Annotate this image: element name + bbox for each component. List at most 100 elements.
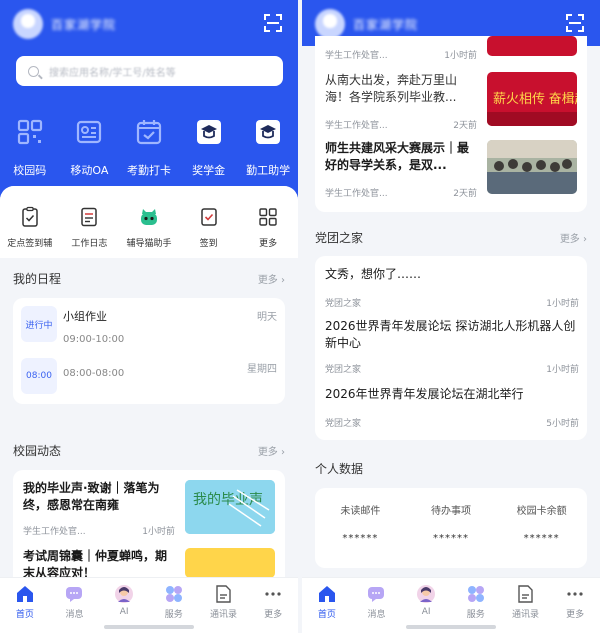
campus-news-more-link[interactable]: 更多 › [258,443,285,458]
scan-icon[interactable] [264,14,282,32]
quick-link-attendance[interactable]: 考勤打卡 [119,116,179,178]
news-thumbnail: 薪火相传 奋楫起 [487,72,577,126]
stat-unread-mail[interactable]: 未读邮件 ****** [320,502,400,544]
news-source: 学生工作处官... [325,189,388,199]
nav-more[interactable]: 更多 [251,584,295,633]
home-indicator [104,625,194,629]
stat-value: ****** [432,533,469,544]
tool-label: 更多 [259,239,278,249]
news-thumbnail [185,548,275,578]
schedule-badge: 进行中 [21,306,57,342]
schedule-item-title: 小组作业 [63,310,107,323]
sign-in-icon [200,208,217,226]
tool-location-checkin[interactable]: 定点签到辅 [0,206,60,258]
ai-avatar-icon [115,585,134,603]
schedule-item[interactable]: 08:00 08:00-08:00 星期四 [21,358,277,398]
campus-news-card: 我的毕业声·致谢｜落笔为终，感恩常在南雍 学生工作处官... 1小时前 我的毕业… [13,470,285,590]
news-source: 党团之家 [325,419,362,429]
schedule-item[interactable]: 进行中 小组作业 09:00-10:00 明天 [21,306,277,346]
party-item[interactable]: 2026年世界青年发展论坛在湖北举行 党团之家 5小时前 [325,386,579,429]
quick-link-label: 移动OA [70,164,109,177]
nav-home[interactable]: 首页 [3,584,47,633]
stats-row: 未读邮件 ****** 待办事项 ****** 校园卡余额 ****** [315,502,587,544]
stat-label: 未读邮件 [340,506,381,517]
school-logo [315,9,345,39]
nav-label: 消息 [367,610,386,620]
tool-label: 签到 [199,239,218,249]
nav-home[interactable]: 首页 [305,584,349,633]
stat-todo[interactable]: 待办事项 ****** [411,502,491,544]
more-dots-icon [567,592,583,596]
quick-link-label: 勤工助学 [246,164,291,177]
work-log-icon [81,207,98,227]
tool-more[interactable]: 更多 [238,206,298,258]
news-source: 学生工作处官... [23,527,86,537]
stat-label: 校园卡余额 [516,506,567,517]
personal-data-title: 个人数据 [315,462,364,476]
home-icon [318,586,335,602]
news-source: 党团之家 [325,365,362,375]
nav-label: 通讯录 [209,610,237,620]
school-logo [13,9,43,39]
stat-value: ****** [523,533,560,544]
content-sheet: 定点签到辅 工作日志 辅导猫助手 签到 更多 我的日程 更多 › 进行中 小组作… [0,186,298,590]
news-time: 1小时前 [142,527,175,537]
thumb-text: 薪火相传 奋楫起 [493,91,577,106]
quick-link-mobile-oa[interactable]: 移动OA [60,116,120,178]
schedule-more-link[interactable]: 更多 › [258,271,285,286]
scholarship-icon [196,120,221,144]
nav-messages[interactable]: 消息 [354,584,398,633]
personal-data-header: 个人数据 [315,460,587,477]
quick-links: 校园码 移动OA 考勤打卡 奖学金 勤工助学 [0,116,298,178]
home-screen-top: 百家湖学院 搜索应用名称/学工号/姓名等 校园码 移动OA 考勤打卡 奖学金 勤… [0,0,298,633]
nav-label: 消息 [65,610,84,620]
news-item[interactable]: 师生共建风采大赛展示｜最好的导学关系，是双... 学生工作处官... 2天前 [325,140,577,199]
party-item[interactable]: 文秀，想你了…… 党团之家 1小时前 [325,266,579,309]
tool-work-log[interactable]: 工作日志 [60,206,120,258]
nav-label: 服务 [164,610,183,620]
news-meta: 学生工作处官... 1小时前 [23,524,175,537]
quick-link-campus-code[interactable]: 校园码 [0,116,60,178]
ai-avatar-icon [417,585,436,603]
services-icon [165,586,182,602]
nav-more[interactable]: 更多 [553,584,597,633]
news-time: 1小时前 [546,365,579,375]
campus-news-header: 校园动态 更多 › [13,442,285,459]
news-time: 5小时前 [546,419,579,429]
nav-contacts[interactable]: 通讯录 [503,584,547,633]
quick-link-label: 奖学金 [192,164,226,177]
news-source: 学生工作处官... [325,121,388,131]
party-more-link[interactable]: 更多 › [560,230,587,245]
party-item-title: 2026年世界青年发展论坛在湖北举行 [325,387,524,401]
calendar-check-icon [136,120,162,145]
party-item[interactable]: 2026世界青年发展论坛 探访湖北人形机器人创新中心 党团之家 1小时前 [325,318,579,375]
message-icon [66,587,83,602]
id-card-icon [77,120,102,144]
tool-sign-in[interactable]: 签到 [179,206,239,258]
tool-counselor-assistant[interactable]: 辅导猫助手 [119,206,179,258]
quick-link-work-study[interactable]: 勤工助学 [238,116,298,178]
stat-value: ****** [342,533,379,544]
schedule-item-day: 明天 [257,312,277,323]
nav-label: AI [421,607,431,617]
schedule-title: 我的日程 [13,272,62,286]
news-title: 从南大出发，奔赴万里山海！各学院系列毕业教... [325,73,458,104]
stat-card-balance[interactable]: 校园卡余额 ****** [502,502,582,544]
nav-messages[interactable]: 消息 [52,584,96,633]
news-meta: 学生工作处官... 2天前 [325,118,477,131]
search-placeholder: 搜索应用名称/学工号/姓名等 [49,67,176,79]
nav-label: AI [119,607,129,617]
scan-icon[interactable] [566,14,584,32]
nav-label: 更多 [566,610,585,620]
news-item[interactable]: 我的毕业声·致谢｜落笔为终，感恩常在南雍 学生工作处官... 1小时前 我的毕业… [23,480,275,537]
news-source: 学生工作处官... [325,51,388,61]
cat-robot-icon [140,209,157,225]
quick-link-scholarship[interactable]: 奖学金 [179,116,239,178]
more-dots-icon [265,592,281,596]
news-item[interactable]: 从南大出发，奔赴万里山海！各学院系列毕业教... 学生工作处官... 2天前 薪… [325,72,577,131]
news-time: 1小时前 [444,51,477,61]
news-source: 党团之家 [325,299,362,309]
nav-contacts[interactable]: 通讯录 [201,584,245,633]
search-input[interactable]: 搜索应用名称/学工号/姓名等 [16,56,283,86]
tools-card: 定点签到辅 工作日志 辅导猫助手 签到 更多 [0,186,298,258]
